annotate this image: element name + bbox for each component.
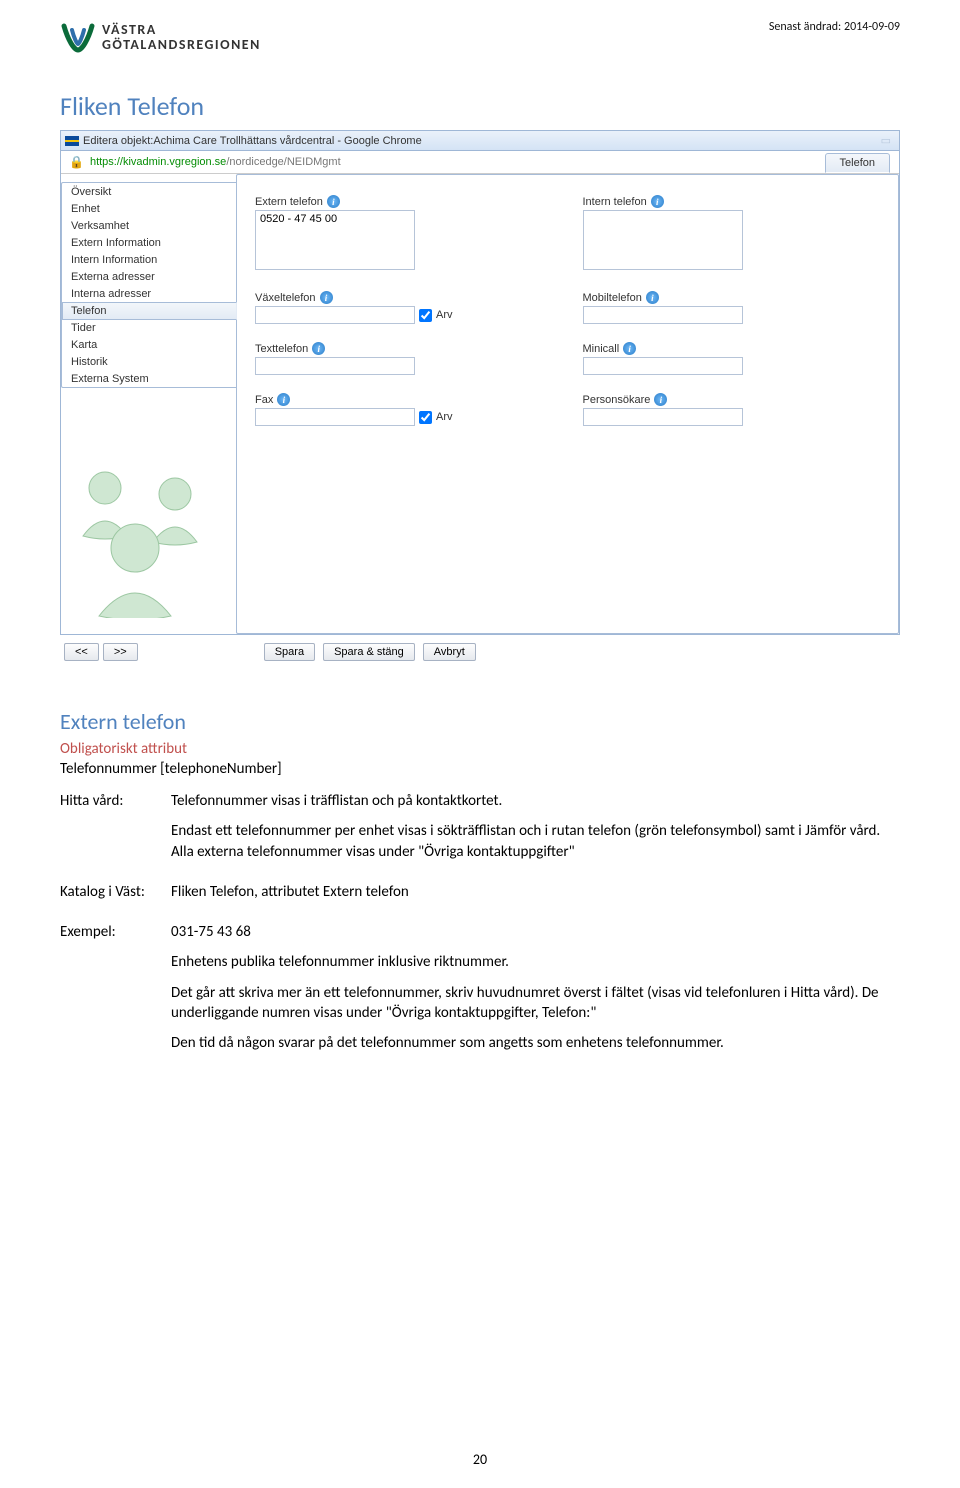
sidebar-item-enhet[interactable]: Enhet xyxy=(62,200,236,218)
label-texttelefon: Texttelefon xyxy=(255,343,308,355)
document-body: Extern telefon Obligatoriskt attribut Te… xyxy=(60,707,900,1063)
browser-window: Editera objekt:Achima Care Trollhättans … xyxy=(60,130,900,635)
org-line2: GÖTALANDSREGIONEN xyxy=(102,38,261,53)
label-personsokare: Personsökare xyxy=(583,394,651,406)
next-button[interactable]: >> xyxy=(103,643,138,661)
obligatory-label: Obligatoriskt attribut xyxy=(60,739,900,759)
intern-telefon-input[interactable] xyxy=(583,210,743,270)
sidebar-item-interna-adresser[interactable]: Interna adresser xyxy=(62,285,236,303)
vaxeltelefon-arv-checkbox[interactable] xyxy=(419,309,432,322)
org-logo: VÄSTRA GÖTALANDSREGIONEN xyxy=(60,20,261,56)
sidebar-item-externa-adresser[interactable]: Externa adresser xyxy=(62,268,236,286)
label-minicall: Minicall xyxy=(583,343,620,355)
sidebar-item-externa-system[interactable]: Externa System xyxy=(62,370,236,388)
sidebar-item-intern-information[interactable]: Intern Information xyxy=(62,251,236,269)
lock-icon: 🔒 xyxy=(69,155,84,169)
info-icon[interactable]: i xyxy=(277,393,290,406)
vgr-logo-icon xyxy=(60,20,96,56)
label-mobiltelefon: Mobiltelefon xyxy=(583,292,642,304)
sidebar-item-karta[interactable]: Karta xyxy=(62,336,236,354)
mobiltelefon-input[interactable] xyxy=(583,306,743,324)
exempel-label: Exempel: xyxy=(60,922,165,942)
minicall-input[interactable] xyxy=(583,357,743,375)
section-title: Fliken Telefon xyxy=(60,90,900,122)
label-intern-telefon: Intern telefon xyxy=(583,196,647,208)
users-illustration-icon xyxy=(61,458,236,621)
info-icon[interactable]: i xyxy=(327,195,340,208)
hitta-vard-p1: Telefonnummer visas i träfflistan och på… xyxy=(171,791,900,811)
attribute-line: Telefonnummer [telephoneNumber] xyxy=(60,759,900,779)
fax-input[interactable] xyxy=(255,408,415,426)
address-path: /nordicedge/NEIDMgmt xyxy=(226,156,340,168)
exempel-number: 031-75 43 68 xyxy=(171,922,900,942)
sidebar-item-extern-information[interactable]: Extern Information xyxy=(62,234,236,252)
texttelefon-input[interactable] xyxy=(255,357,415,375)
katalog-val: Fliken Telefon, attributet Extern telefo… xyxy=(171,882,900,902)
vaxeltelefon-input[interactable] xyxy=(255,306,415,324)
personsokare-input[interactable] xyxy=(583,408,743,426)
tab-telefon[interactable]: Telefon xyxy=(825,153,890,173)
label-vaxeltelefon: Växeltelefon xyxy=(255,292,316,304)
sidebar-item-tider[interactable]: Tider xyxy=(62,319,236,337)
sidebar-item-översikt[interactable]: Översikt xyxy=(62,183,236,201)
katalog-label: Katalog i Väst: xyxy=(60,882,165,902)
address-bar: 🔒 https://kivadmin.vgregion.se/nordicedg… xyxy=(61,151,899,174)
arv-label: Arv xyxy=(436,411,453,423)
info-icon[interactable]: i xyxy=(320,291,333,304)
window-titlebar: Editera objekt:Achima Care Trollhättans … xyxy=(61,131,899,151)
hitta-vard-label: Hitta vård: xyxy=(60,791,165,811)
info-icon[interactable]: i xyxy=(312,342,325,355)
page-number: 20 xyxy=(0,1451,960,1468)
prev-button[interactable]: << xyxy=(64,643,99,661)
exempel-p1: Enhetens publika telefonnummer inklusive… xyxy=(171,952,900,972)
sidebar: ÖversiktEnhetVerksamhetExtern Informatio… xyxy=(61,174,236,634)
info-icon[interactable]: i xyxy=(623,342,636,355)
label-extern-telefon: Extern telefon xyxy=(255,196,323,208)
window-title: Editera objekt:Achima Care Trollhättans … xyxy=(83,135,422,147)
sidebar-item-historik[interactable]: Historik xyxy=(62,353,236,371)
info-icon[interactable]: i xyxy=(654,393,667,406)
spara-stang-button[interactable]: Spara & stäng xyxy=(323,643,415,661)
exempel-p2: Det går att skriva mer än ett telefonnum… xyxy=(171,983,900,1024)
arv-label: Arv xyxy=(436,309,453,321)
exempel-p3: Den tid då någon svarar på det telefonnu… xyxy=(171,1033,900,1053)
avbryt-button[interactable]: Avbryt xyxy=(423,643,476,661)
info-icon[interactable]: i xyxy=(651,195,664,208)
button-bar: << >> Spara Spara & stäng Avbryt xyxy=(60,637,900,661)
extern-telefon-input[interactable] xyxy=(255,210,415,270)
last-modified: Senast ändrad: 2014-09-09 xyxy=(769,20,900,34)
fax-arv-checkbox[interactable] xyxy=(419,411,432,424)
page-header: VÄSTRA GÖTALANDSREGIONEN Senast ändrad: … xyxy=(60,20,900,56)
spara-button[interactable]: Spara xyxy=(264,643,315,661)
doc-heading: Extern telefon xyxy=(60,707,900,737)
info-icon[interactable]: i xyxy=(646,291,659,304)
label-fax: Fax xyxy=(255,394,273,406)
sidebar-item-telefon[interactable]: Telefon xyxy=(62,302,237,320)
sidebar-item-verksamhet[interactable]: Verksamhet xyxy=(62,217,236,235)
favicon-icon xyxy=(65,136,79,146)
window-controls-placeholder: ▭ xyxy=(881,134,891,147)
address-host: https://kivadmin.vgregion.se xyxy=(90,156,226,168)
content-panel: Telefon Extern telefon i Intern telefon … xyxy=(236,174,899,634)
hitta-vard-p2: Endast ett telefonnummer per enhet visas… xyxy=(171,821,900,862)
